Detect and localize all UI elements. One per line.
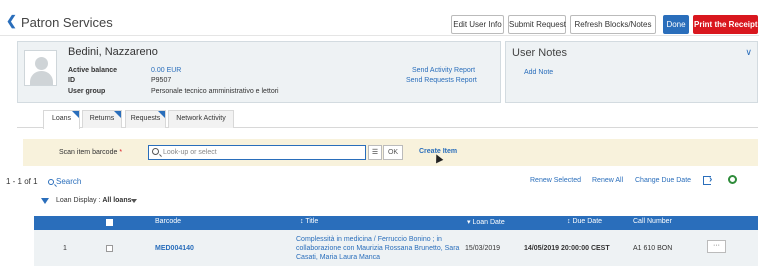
- tab-requests-label: Requests: [130, 115, 161, 122]
- user-notes-panel: User Notes ∨ Add Note: [505, 41, 758, 103]
- refresh-blocks-notes-button[interactable]: Refresh Blocks/Notes: [570, 15, 656, 34]
- results-count: 1 - 1 of 1: [6, 177, 38, 186]
- print-receipt-button[interactable]: Print the Receipt: [693, 15, 758, 34]
- header-bar: ❮ Patron Services Edit User Info Submit …: [0, 0, 759, 36]
- submit-request-button[interactable]: Submit Request: [508, 15, 566, 34]
- column-call-number[interactable]: Call Number: [633, 218, 672, 225]
- search-icon: [48, 179, 54, 185]
- loan-display-filter[interactable]: Loan Display : All loans: [56, 197, 132, 204]
- scan-item-barcode-label: Scan item barcode *: [59, 149, 123, 156]
- due-date-value: 14/05/2019 20:00:00 CEST: [524, 245, 610, 252]
- edit-user-info-button[interactable]: Edit User Info: [451, 15, 504, 34]
- export-icon[interactable]: [703, 174, 712, 185]
- active-balance-label: Active balance: [68, 67, 118, 74]
- table-row: 1 MED004140 Complessità in medicina / Fe…: [34, 230, 758, 266]
- row-checkbox[interactable]: [106, 245, 113, 252]
- send-requests-report-link[interactable]: Send Requests Report: [406, 77, 477, 84]
- back-arrow-icon[interactable]: ❮: [6, 13, 17, 29]
- ok-button[interactable]: OK: [383, 145, 403, 160]
- id-label: ID: [68, 77, 75, 84]
- renew-selected-link[interactable]: Renew Selected: [530, 177, 581, 184]
- scan-item-barcode-input[interactable]: Look-up or select: [148, 145, 366, 160]
- user-group-label: User group: [68, 88, 106, 95]
- row-index: 1: [63, 245, 67, 252]
- change-due-date-link[interactable]: Change Due Date: [635, 177, 691, 184]
- column-title[interactable]: ↕ Title: [300, 218, 318, 225]
- tab-loans[interactable]: Loans: [43, 110, 80, 129]
- caret-down-icon[interactable]: [131, 199, 137, 203]
- chevron-down-icon[interactable]: ∨: [745, 47, 752, 58]
- select-all-checkbox[interactable]: [106, 219, 113, 226]
- list-icon[interactable]: ☰: [368, 145, 382, 160]
- send-activity-report-link[interactable]: Send Activity Report: [412, 67, 475, 74]
- user-group-value: Personale tecnico amministrativo e letto…: [151, 88, 279, 95]
- barcode-link[interactable]: MED004140: [155, 245, 194, 252]
- corner-flag-icon: [158, 111, 165, 118]
- renew-all-link[interactable]: Renew All: [592, 177, 623, 184]
- scan-input-placeholder: Look-up or select: [163, 149, 217, 156]
- tab-network-activity[interactable]: Network Activity: [168, 110, 234, 128]
- search-link[interactable]: Search: [48, 177, 81, 186]
- active-balance-value[interactable]: 0.00 EUR: [151, 67, 181, 74]
- done-button[interactable]: Done: [663, 15, 689, 34]
- search-icon: [152, 148, 159, 155]
- tab-returns[interactable]: Returns: [82, 110, 122, 128]
- corner-flag-icon: [114, 111, 121, 118]
- more-actions-button[interactable]: ···: [707, 240, 726, 253]
- loan-date-value: 15/03/2019: [465, 245, 501, 252]
- column-due-date[interactable]: ↕ Due Date: [567, 218, 602, 225]
- scan-item-bar: Scan item barcode * Look-up or select ☰ …: [23, 139, 758, 166]
- tab-returns-label: Returns: [89, 115, 115, 122]
- column-loan-date[interactable]: ▾ Loan Date: [467, 218, 505, 226]
- tab-network-activity-label: Network Activity: [176, 115, 226, 122]
- title-link[interactable]: Complessità in medicina / Ferruccio Boni…: [296, 235, 466, 262]
- column-barcode[interactable]: Barcode: [155, 218, 181, 225]
- call-number-value: A1 610 BON: [633, 245, 673, 252]
- settings-gear-icon[interactable]: [728, 175, 737, 184]
- tab-requests[interactable]: Requests: [125, 110, 166, 128]
- id-value: P9507: [151, 77, 172, 84]
- tab-loans-label: Loans: [51, 115, 72, 122]
- corner-flag-icon: [72, 111, 79, 118]
- patron-card: Bedini, Nazzareno Active balance 0.00 EU…: [17, 41, 501, 103]
- table-header: Barcode ↕ Title ▾ Loan Date ↕ Due Date C…: [34, 216, 758, 230]
- patron-name: Bedini, Nazzareno: [68, 46, 158, 58]
- avatar: [24, 50, 57, 86]
- add-note-link[interactable]: Add Note: [524, 69, 553, 76]
- user-notes-title: User Notes: [512, 47, 568, 59]
- filter-icon[interactable]: [41, 198, 49, 204]
- page-title: Patron Services: [21, 15, 113, 30]
